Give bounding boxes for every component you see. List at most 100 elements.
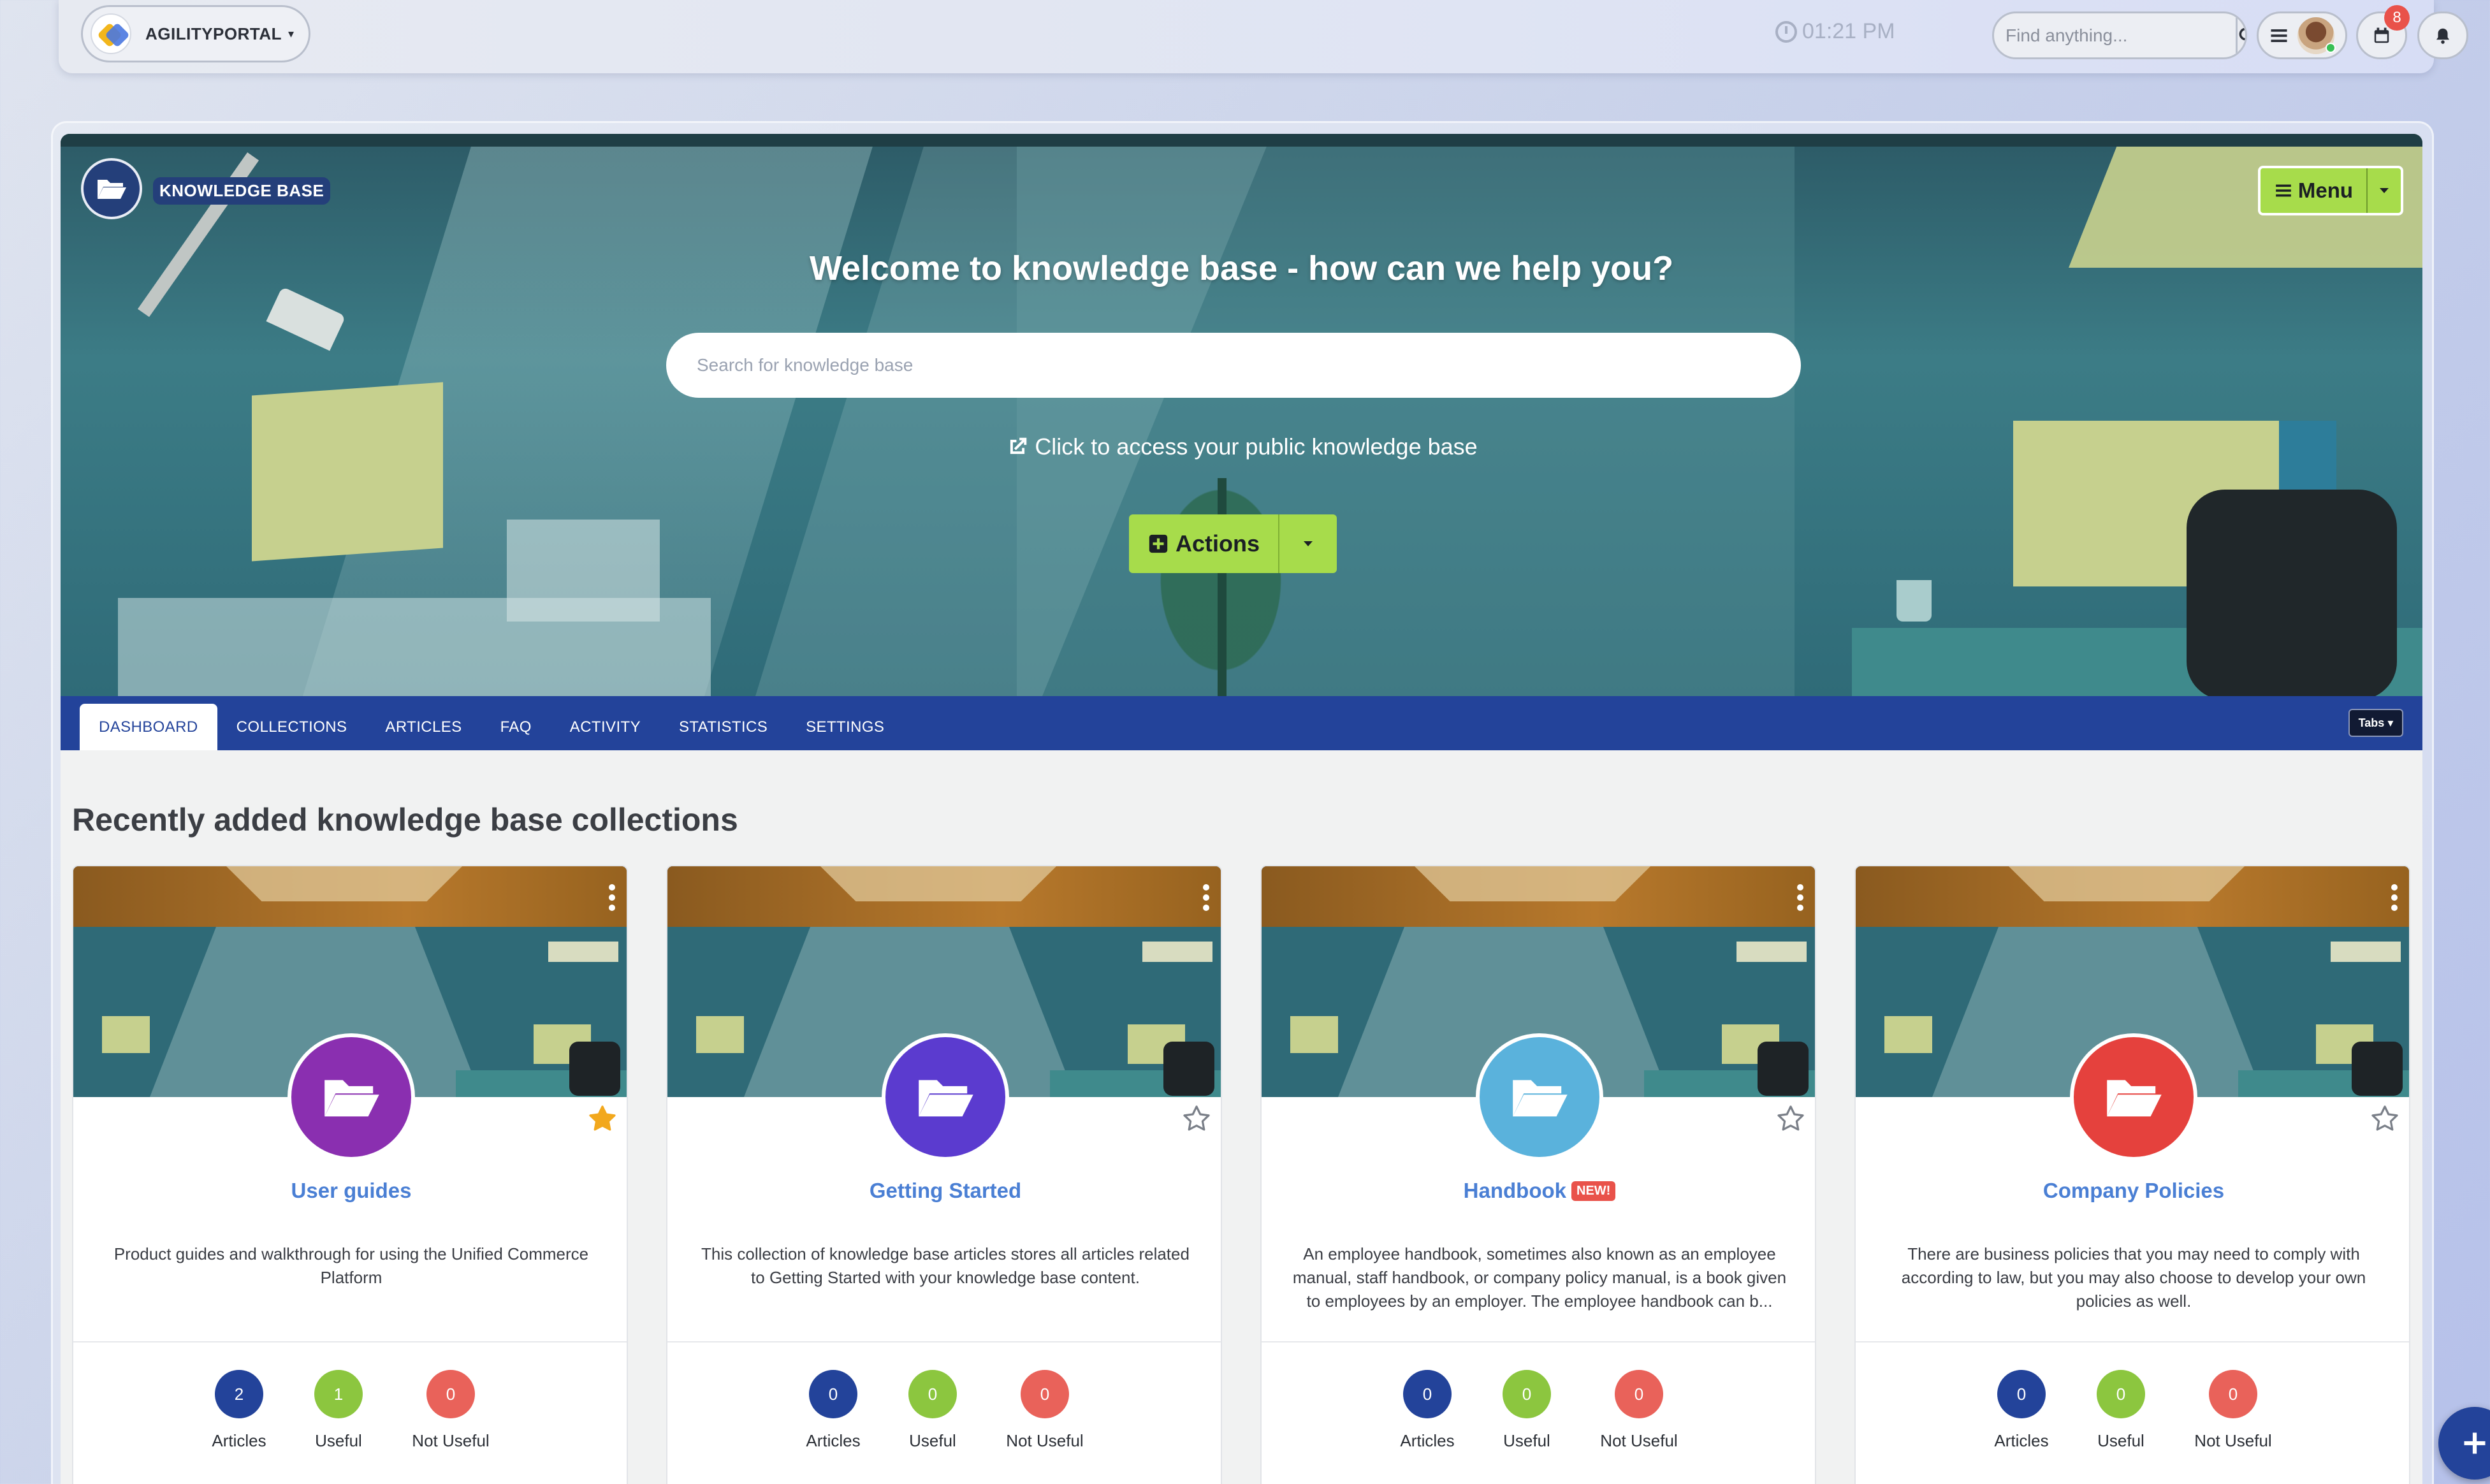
menu-dropdown-toggle[interactable] bbox=[2366, 168, 2401, 213]
collection-folder-icon bbox=[2070, 1033, 2197, 1161]
agilityportal-logo bbox=[91, 13, 131, 54]
useful-label: Useful bbox=[909, 1431, 956, 1450]
user-avatar bbox=[2297, 17, 2336, 54]
star-filled-icon[interactable] bbox=[587, 1103, 618, 1134]
global-search-input[interactable] bbox=[1994, 13, 2236, 57]
external-link-icon bbox=[1010, 437, 1027, 455]
floating-add-button[interactable] bbox=[2438, 1407, 2490, 1480]
online-status-dot bbox=[2326, 42, 2336, 53]
user-menu-button[interactable] bbox=[2257, 11, 2347, 59]
actions-button[interactable]: Actions bbox=[1129, 514, 1278, 573]
tab-dashboard[interactable]: DASHBOARD bbox=[80, 704, 217, 750]
articles-label: Articles bbox=[212, 1431, 266, 1450]
useful-count: 0 bbox=[908, 1370, 957, 1418]
caret-down-icon: ▾ bbox=[2384, 716, 2394, 729]
hero-title: Welcome to knowledge base - how can we h… bbox=[809, 249, 1674, 287]
collection-title-row: Company Policies bbox=[1856, 1179, 2409, 1203]
collection-card-handbook[interactable]: Handbook NEW! An employee handbook, some… bbox=[1260, 865, 1816, 1484]
new-badge: NEW! bbox=[1571, 1181, 1616, 1201]
articles-label: Articles bbox=[1400, 1431, 1455, 1450]
collection-stats: 0 Articles 0 Useful 0 Not Useful bbox=[1856, 1370, 2409, 1451]
stat-useful: 0 Useful bbox=[1492, 1370, 1562, 1451]
tabs-toggle-button[interactable]: Tabs ▾ bbox=[2348, 709, 2403, 737]
card-divider bbox=[73, 1341, 627, 1342]
tab-articles[interactable]: ARTICLES bbox=[366, 704, 481, 750]
knowledge-base-hero: KNOWLEDGE BASE Menu Welcome to knowledge… bbox=[61, 134, 2422, 696]
not-useful-count: 0 bbox=[1021, 1370, 1069, 1418]
card-options-icon[interactable] bbox=[609, 884, 616, 911]
articles-label: Articles bbox=[806, 1431, 861, 1450]
stat-not-useful: 0 Not Useful bbox=[403, 1370, 499, 1451]
stat-useful: 0 Useful bbox=[2086, 1370, 2156, 1451]
tab-activity[interactable]: ACTIVITY bbox=[551, 704, 660, 750]
star-outline-icon[interactable] bbox=[1775, 1103, 1806, 1134]
hamburger-icon bbox=[2271, 29, 2287, 42]
stat-articles: 0 Articles bbox=[1392, 1370, 1462, 1451]
collection-description: This collection of knowledge base articl… bbox=[701, 1244, 1190, 1287]
not-useful-label: Not Useful bbox=[412, 1431, 490, 1450]
stat-not-useful: 0 Not Useful bbox=[997, 1370, 1093, 1451]
tab-collections[interactable]: COLLECTIONS bbox=[217, 704, 367, 750]
collection-description: Product guides and walkthrough for using… bbox=[113, 1244, 589, 1287]
collection-card-company-policies[interactable]: Company Policies There are business poli… bbox=[1854, 865, 2410, 1484]
collection-title[interactable]: Company Policies bbox=[2043, 1179, 2224, 1203]
tabs-toggle-label: Tabs bbox=[2358, 716, 2385, 729]
card-divider bbox=[667, 1341, 1221, 1342]
useful-count: 1 bbox=[314, 1370, 363, 1418]
actions-label: Actions bbox=[1175, 530, 1260, 556]
dashboard-content: Recently added knowledge base collection… bbox=[61, 750, 2422, 1484]
top-navbar: AGILITYPORTAL ▾ 01:21 PM bbox=[59, 0, 2468, 73]
card-options-icon[interactable] bbox=[1203, 884, 1211, 911]
star-outline-icon[interactable] bbox=[2370, 1103, 2400, 1134]
stat-useful: 1 Useful bbox=[303, 1370, 374, 1451]
stat-articles: 0 Articles bbox=[798, 1370, 868, 1451]
public-link-text: Click to access your public knowledge ba… bbox=[1035, 433, 1478, 460]
notifications-button[interactable] bbox=[2417, 11, 2468, 59]
stat-useful: 0 Useful bbox=[898, 1370, 968, 1451]
collection-stats: 0 Articles 0 Useful 0 Not Useful bbox=[667, 1370, 1221, 1451]
collection-title[interactable]: Handbook bbox=[1464, 1179, 1566, 1203]
tab-faq[interactable]: FAQ bbox=[481, 704, 551, 750]
collection-title[interactable]: User guides bbox=[291, 1179, 412, 1203]
collection-stats: 2 Articles 1 Useful 0 Not Useful bbox=[73, 1370, 627, 1451]
search-icon bbox=[2239, 27, 2245, 40]
articles-label: Articles bbox=[1994, 1431, 2049, 1450]
collection-title[interactable]: Getting Started bbox=[870, 1179, 1021, 1203]
actions-dropdown-toggle[interactable] bbox=[1278, 514, 1337, 573]
caret-down-icon bbox=[1304, 541, 1313, 546]
collection-title-row: User guides bbox=[73, 1179, 627, 1203]
collection-card-user-guides[interactable]: User guides Product guides and walkthrou… bbox=[72, 865, 628, 1484]
search-button[interactable] bbox=[2236, 13, 2245, 57]
articles-count: 2 bbox=[215, 1370, 263, 1418]
global-search bbox=[1992, 11, 2247, 59]
knowledge-base-search-input[interactable] bbox=[666, 333, 1801, 398]
stat-not-useful: 0 Not Useful bbox=[2185, 1370, 2281, 1451]
tab-settings[interactable]: SETTINGS bbox=[787, 704, 903, 750]
time-text: 01:21 PM bbox=[1802, 19, 1895, 43]
collection-folder-icon bbox=[1476, 1033, 1603, 1161]
menu-main-button[interactable]: Menu bbox=[2261, 168, 2366, 213]
card-divider bbox=[1856, 1341, 2409, 1342]
collection-folder-icon bbox=[882, 1033, 1009, 1161]
collection-card-getting-started[interactable]: Getting Started This collection of knowl… bbox=[666, 865, 1222, 1484]
card-options-icon[interactable] bbox=[1797, 884, 1805, 911]
actions-button-group: Actions bbox=[1129, 514, 1337, 573]
card-divider bbox=[1262, 1341, 1815, 1342]
not-useful-count: 0 bbox=[2209, 1370, 2257, 1418]
section-heading: Recently added knowledge base collection… bbox=[72, 802, 738, 838]
useful-label: Useful bbox=[315, 1431, 362, 1450]
caret-down-icon: ▾ bbox=[288, 27, 295, 40]
useful-label: Useful bbox=[2097, 1431, 2144, 1450]
articles-count: 0 bbox=[1997, 1370, 2046, 1418]
hero-menu-button[interactable]: Menu bbox=[2258, 166, 2403, 215]
public-knowledge-base-link[interactable]: Click to access your public knowledge ba… bbox=[61, 433, 2422, 460]
not-useful-label: Not Useful bbox=[1006, 1431, 1084, 1450]
star-outline-icon[interactable] bbox=[1181, 1103, 1212, 1134]
stat-not-useful: 0 Not Useful bbox=[1591, 1370, 1687, 1451]
tab-statistics[interactable]: STATISTICS bbox=[660, 704, 787, 750]
menu-label: Menu bbox=[2297, 178, 2354, 202]
card-options-icon[interactable] bbox=[2391, 884, 2399, 911]
caret-down-icon bbox=[2380, 188, 2389, 193]
brand-switcher[interactable]: AGILITYPORTAL ▾ bbox=[81, 5, 310, 62]
knowledge-base-folder-icon bbox=[81, 158, 142, 219]
